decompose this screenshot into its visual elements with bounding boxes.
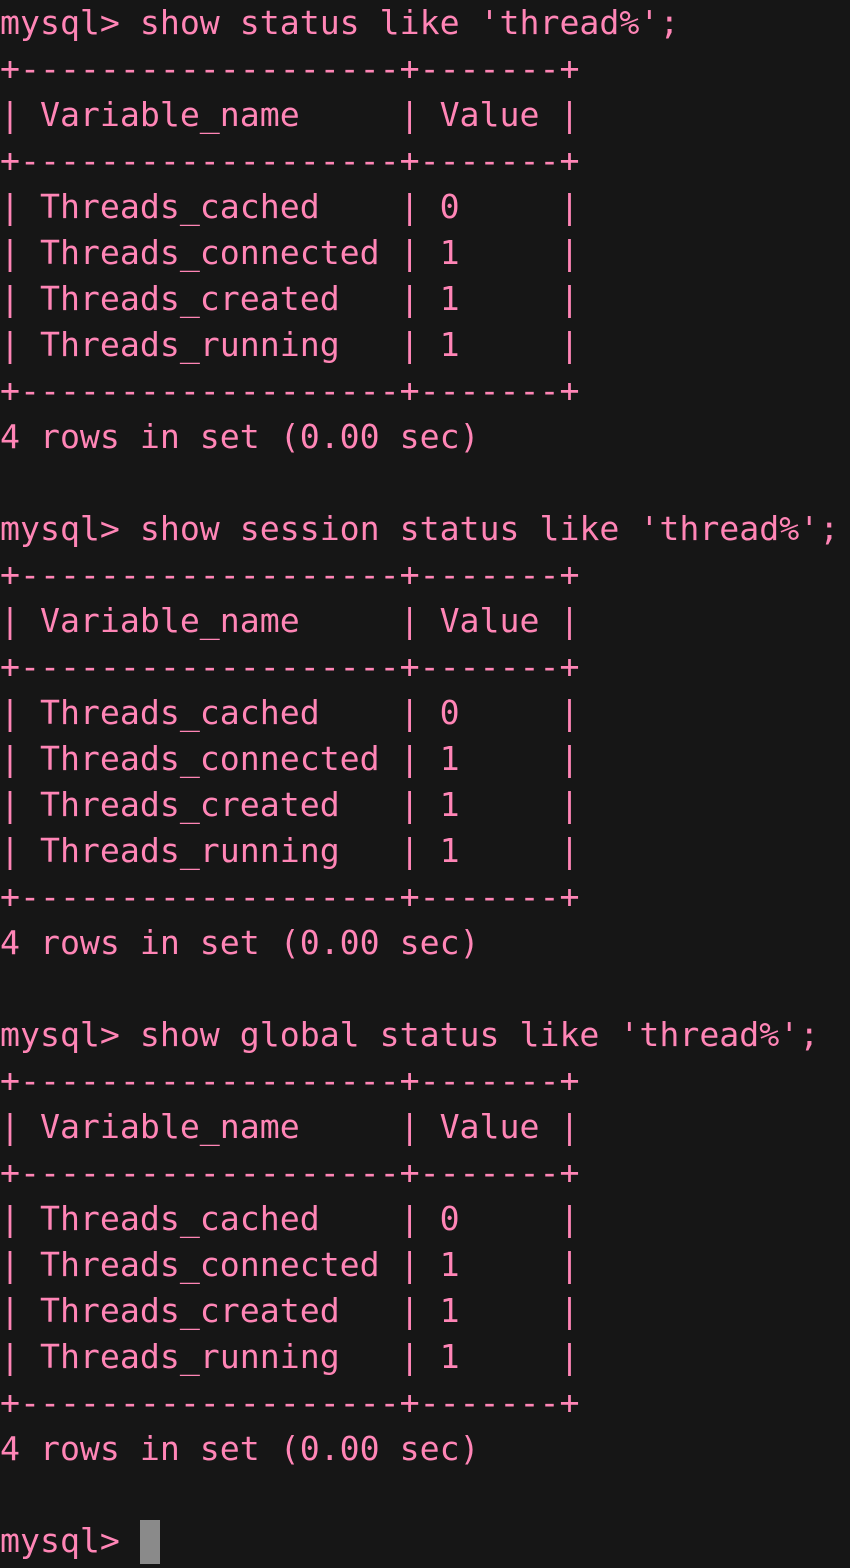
table-row: | Threads_created | 1 | — [0, 279, 580, 318]
table-row: | Threads_running | 1 | — [0, 1337, 580, 1376]
terminal-window[interactable]: mysql> show status like 'thread%'; +----… — [0, 0, 850, 1568]
table-border-mid: +-------------------+-------+ — [0, 141, 580, 180]
table-header-row: | Variable_name | Value | — [0, 601, 580, 640]
table-row: | Threads_connected | 1 | — [0, 1245, 580, 1284]
terminal-cursor[interactable] — [139, 1520, 160, 1564]
prompt-text: mysql> — [0, 1521, 140, 1560]
table-row: | Threads_connected | 1 | — [0, 739, 580, 778]
table-row: | Threads_created | 1 | — [0, 785, 580, 824]
current-prompt-line[interactable]: mysql> — [0, 1518, 850, 1564]
table-border-mid: +-------------------+-------+ — [0, 1153, 580, 1192]
command-line: mysql> show global status like 'thread%'… — [0, 1015, 820, 1054]
table-border-bottom: +-------------------+-------+ — [0, 1383, 580, 1422]
table-border-top: +-------------------+-------+ — [0, 1061, 580, 1100]
query-block-session-status: mysql> show session status like 'thread%… — [0, 506, 850, 1012]
table-row: | Threads_cached | 0 | — [0, 693, 580, 732]
table-border-top: +-------------------+-------+ — [0, 49, 580, 88]
result-summary: 4 rows in set (0.00 sec) — [0, 923, 480, 962]
command-line: mysql> show status like 'thread%'; — [0, 3, 680, 42]
query-block-status: mysql> show status like 'thread%'; +----… — [0, 0, 850, 506]
table-border-top: +-------------------+-------+ — [0, 555, 580, 594]
table-border-bottom: +-------------------+-------+ — [0, 877, 580, 916]
result-summary: 4 rows in set (0.00 sec) — [0, 417, 480, 456]
table-row: | Threads_cached | 0 | — [0, 1199, 580, 1238]
table-border-bottom: +-------------------+-------+ — [0, 371, 580, 410]
table-header-row: | Variable_name | Value | — [0, 95, 580, 134]
table-header-row: | Variable_name | Value | — [0, 1107, 580, 1146]
command-line: mysql> show session status like 'thread%… — [0, 509, 840, 548]
table-row: | Threads_running | 1 | — [0, 831, 580, 870]
table-row: | Threads_cached | 0 | — [0, 187, 580, 226]
table-row: | Threads_connected | 1 | — [0, 233, 580, 272]
query-block-global-status: mysql> show global status like 'thread%'… — [0, 1012, 850, 1518]
table-row: | Threads_created | 1 | — [0, 1291, 580, 1330]
table-row: | Threads_running | 1 | — [0, 325, 580, 364]
result-summary: 4 rows in set (0.00 sec) — [0, 1429, 480, 1468]
table-border-mid: +-------------------+-------+ — [0, 647, 580, 686]
